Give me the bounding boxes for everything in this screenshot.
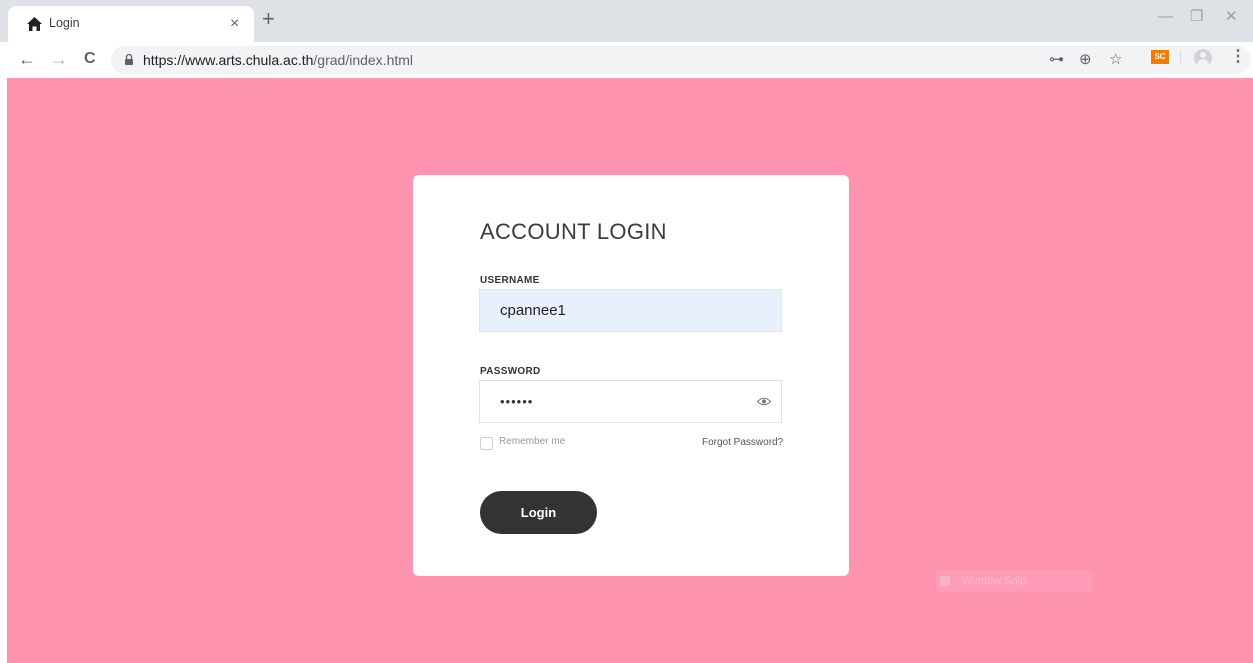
restore-icon[interactable]: ❐	[1190, 6, 1203, 28]
window-snip-overlay: Window Snip	[936, 571, 1092, 592]
forward-icon[interactable]: →	[50, 48, 68, 70]
browser-chrome: Login × + — ❐ ✕ ← → C https://www.arts.c…	[0, 0, 1253, 78]
back-icon[interactable]: ←	[18, 48, 36, 70]
star-icon[interactable]: ☆	[1109, 51, 1122, 69]
profile-icon[interactable]	[1194, 49, 1212, 67]
remember-label: Remember me	[499, 436, 566, 447]
tab-title: Login	[49, 16, 80, 30]
url-path: /grad/index.html	[313, 52, 414, 68]
snip-label: Window Snip	[962, 575, 1027, 587]
home-icon	[27, 17, 42, 31]
menu-icon[interactable]: ⋮	[1230, 48, 1246, 66]
page-title: ACCOUNT LOGIN	[480, 219, 667, 244]
zoom-icon[interactable]: ⊕	[1079, 51, 1092, 69]
toolbar-divider	[1180, 51, 1181, 65]
password-field[interactable]: ••••••	[479, 380, 782, 423]
minimize-icon[interactable]: —	[1158, 6, 1173, 28]
key-icon[interactable]: ⊶	[1049, 51, 1064, 69]
page-background: ACCOUNT LOGIN USERNAME cpannee1 PASSWORD…	[7, 78, 1253, 663]
close-window-icon[interactable]: ✕	[1225, 6, 1238, 28]
reload-icon[interactable]: C	[84, 48, 96, 70]
tab-login[interactable]: Login ×	[8, 6, 254, 42]
lock-icon	[125, 54, 133, 65]
extension-sc-icon[interactable]: SC	[1151, 50, 1169, 64]
browser-toolbar: ← → C https://www.arts.chula.ac.th/grad/…	[0, 42, 1253, 78]
login-card: ACCOUNT LOGIN USERNAME cpannee1 PASSWORD…	[413, 175, 849, 576]
login-button[interactable]: Login	[480, 491, 597, 534]
eye-icon[interactable]	[757, 397, 771, 406]
tab-strip: Login × + — ❐ ✕	[0, 0, 1253, 42]
password-label: PASSWORD	[480, 366, 541, 377]
remember-checkbox[interactable]	[480, 437, 493, 450]
tab-close-icon[interactable]: ×	[230, 14, 239, 34]
url-text: https://www.arts.chula.ac.th/grad/index.…	[143, 52, 413, 68]
address-bar[interactable]: https://www.arts.chula.ac.th/grad/index.…	[111, 46, 1251, 74]
forgot-password-link[interactable]: Forgot Password?	[702, 437, 783, 448]
url-host: https://www.arts.chula.ac.th	[143, 52, 314, 68]
username-field[interactable]: cpannee1	[479, 289, 782, 332]
username-label: USERNAME	[480, 275, 540, 286]
new-tab-icon[interactable]: +	[262, 8, 275, 30]
snip-icon	[940, 576, 950, 586]
